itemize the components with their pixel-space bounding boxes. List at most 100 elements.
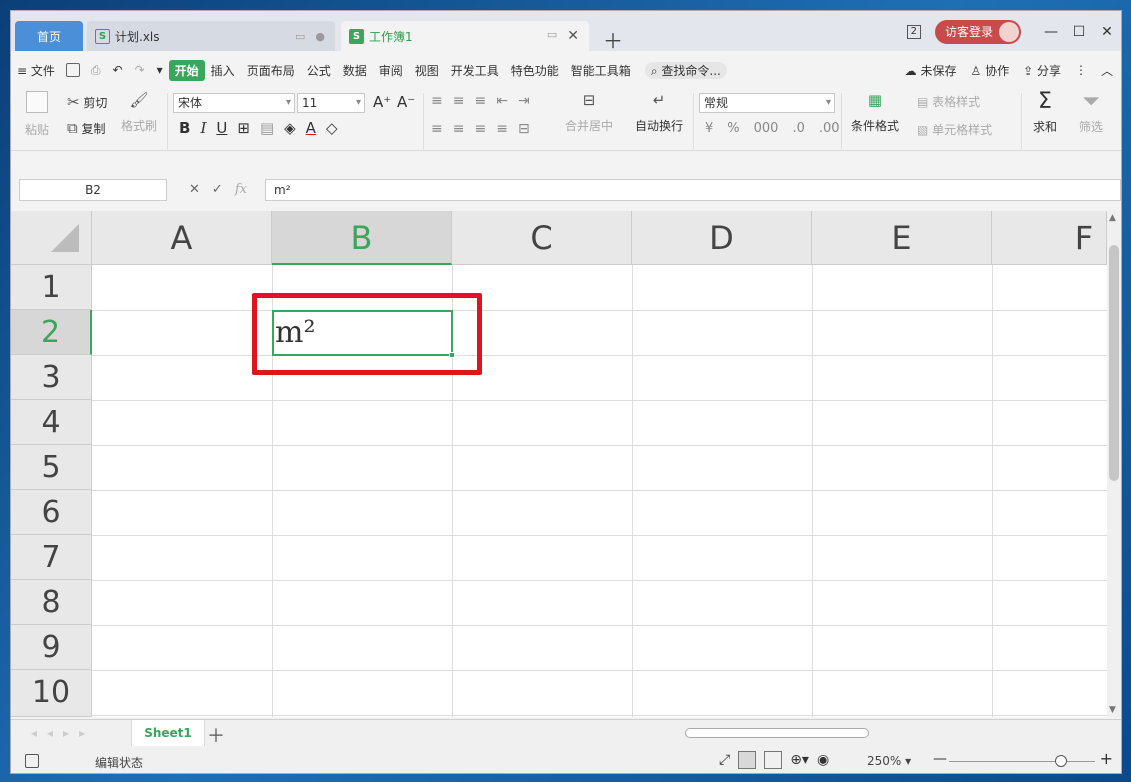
- share-button[interactable]: ⇪ 分享: [1023, 62, 1061, 79]
- tab-home[interactable]: 首页: [15, 21, 83, 51]
- name-box[interactable]: B2: [19, 179, 167, 201]
- tab-workbook1[interactable]: S 工作簿1 ▭ ✕: [341, 21, 589, 51]
- fill-style-icon[interactable]: ▤: [260, 119, 274, 137]
- eraser-icon[interactable]: ◇: [326, 119, 338, 137]
- increase-decimal-icon[interactable]: .0: [792, 121, 804, 136]
- column-header-d[interactable]: D: [632, 211, 812, 265]
- row-header-8[interactable]: 8: [11, 580, 92, 625]
- row-header-9[interactable]: 9: [11, 625, 92, 670]
- quick-access-dropdown-icon[interactable]: ▾: [151, 63, 169, 77]
- column-header-e[interactable]: E: [812, 211, 992, 265]
- vertical-scrollbar[interactable]: ▲ ▼: [1107, 211, 1121, 717]
- row-header-3[interactable]: 3: [11, 355, 92, 400]
- row-header-2[interactable]: 2: [11, 310, 92, 355]
- fullscreen-icon[interactable]: ⤢: [719, 752, 730, 768]
- format-painter-button[interactable]: 🖌 格式刷: [121, 91, 157, 134]
- tab-file-plan[interactable]: S 计划.xls ▭ ●: [87, 21, 335, 51]
- paste-button[interactable]: 粘贴: [25, 91, 49, 138]
- align-top-icon[interactable]: ≡: [431, 93, 443, 109]
- menu-item-start[interactable]: 开始: [168, 59, 205, 81]
- underline-icon[interactable]: U: [216, 119, 227, 137]
- cut-button[interactable]: ✂ 剪切: [67, 93, 107, 111]
- unsaved-button[interactable]: ☁ 未保存: [905, 62, 957, 79]
- font-size-select[interactable]: 11: [297, 93, 365, 113]
- row-header-7[interactable]: 7: [11, 535, 92, 580]
- align-center-icon[interactable]: ≡: [453, 121, 465, 137]
- align-left-icon[interactable]: ≡: [431, 121, 443, 137]
- more-icon[interactable]: ⋮: [1075, 63, 1087, 77]
- table-style-button[interactable]: ▤ 表格样式: [917, 93, 980, 110]
- increase-font-icon[interactable]: A⁺: [373, 93, 391, 111]
- select-all-corner[interactable]: [11, 211, 92, 265]
- zoom-slider[interactable]: — +: [933, 749, 1113, 769]
- sheet-nav-arrows[interactable]: ◂◂▸▸: [31, 726, 95, 740]
- align-bottom-icon[interactable]: ≡: [474, 93, 486, 109]
- monitor-icon[interactable]: ▭: [295, 30, 305, 43]
- percent-icon[interactable]: %: [727, 121, 739, 136]
- command-search[interactable]: ⌕ 查找命令...: [644, 61, 727, 79]
- border-icon[interactable]: ⊞: [237, 119, 250, 137]
- column-header-b[interactable]: B: [272, 211, 452, 265]
- menu-item-features[interactable]: 特色功能: [505, 62, 565, 79]
- menu-item-developer[interactable]: 开发工具: [445, 62, 505, 79]
- conditional-format-button[interactable]: ▦ 条件格式: [851, 91, 899, 134]
- sum-button[interactable]: Σ 求和: [1033, 89, 1057, 135]
- align-right-icon[interactable]: ≡: [474, 121, 486, 137]
- menu-item-review[interactable]: 审阅: [373, 62, 409, 79]
- collapse-ribbon-icon[interactable]: ︿: [1101, 62, 1113, 79]
- new-tab-button[interactable]: ＋: [603, 25, 623, 54]
- indent-increase-icon[interactable]: ⇥: [518, 93, 530, 109]
- merge-center-button[interactable]: ⊟ 合并居中: [565, 91, 613, 134]
- eye-protection-icon[interactable]: ◉: [817, 752, 829, 768]
- save-icon[interactable]: [65, 63, 80, 77]
- menu-item-smart-tools[interactable]: 智能工具箱: [565, 62, 637, 79]
- scroll-up-icon[interactable]: ▲: [1109, 213, 1116, 223]
- number-format-select[interactable]: 常规: [699, 93, 835, 113]
- italic-icon[interactable]: I: [200, 119, 206, 137]
- cancel-icon[interactable]: ✕: [189, 182, 200, 197]
- page-layout-view-icon[interactable]: [764, 751, 783, 769]
- guest-login-button[interactable]: 访客登录: [934, 20, 1021, 44]
- page-break-view-icon[interactable]: ⊕▾: [790, 752, 809, 768]
- decrease-decimal-icon[interactable]: .00: [819, 121, 840, 136]
- print-preview-icon[interactable]: ⎙: [85, 63, 107, 78]
- add-sheet-button[interactable]: ＋: [207, 722, 225, 748]
- normal-view-icon[interactable]: [738, 751, 757, 769]
- currency-icon[interactable]: ¥: [705, 121, 713, 136]
- zoom-level[interactable]: 250% ▾: [867, 754, 911, 768]
- copy-button[interactable]: ⧉ 复制: [67, 119, 106, 137]
- decrease-font-icon[interactable]: A⁻: [397, 93, 415, 111]
- macro-record-icon[interactable]: [25, 754, 39, 768]
- zoom-out-icon[interactable]: —: [933, 751, 947, 767]
- zoom-in-icon[interactable]: +: [1100, 749, 1113, 768]
- menu-item-page-layout[interactable]: 页面布局: [241, 62, 301, 79]
- fill-color-icon[interactable]: ◈: [284, 119, 296, 137]
- monitor-icon[interactable]: ▭: [547, 28, 557, 44]
- row-header-1[interactable]: 1: [11, 265, 92, 310]
- horizontal-scrollbar[interactable]: [671, 726, 1091, 740]
- bold-icon[interactable]: B: [179, 119, 190, 137]
- menu-item-formula[interactable]: 公式: [301, 62, 337, 79]
- justify-icon[interactable]: ≡: [496, 121, 508, 137]
- menu-file[interactable]: ≡ 文件: [11, 62, 61, 79]
- fx-icon[interactable]: fx: [235, 182, 247, 197]
- confirm-icon[interactable]: ✓: [212, 182, 223, 197]
- align-middle-icon[interactable]: ≡: [453, 93, 465, 109]
- maximize-icon[interactable]: ☐: [1065, 24, 1093, 40]
- horizontal-scroll-thumb[interactable]: [685, 728, 869, 738]
- menu-item-view[interactable]: 视图: [409, 62, 445, 79]
- row-header-10[interactable]: 10: [11, 670, 92, 717]
- collab-button[interactable]: ♙ 协作: [970, 62, 1009, 79]
- close-icon[interactable]: ✕: [567, 28, 579, 44]
- distribute-icon[interactable]: ⊟: [518, 121, 530, 137]
- column-header-c[interactable]: C: [452, 211, 632, 265]
- filter-button[interactable]: ⏷ 筛选: [1079, 89, 1103, 135]
- window-count-badge[interactable]: 2: [906, 25, 921, 39]
- wrap-text-button[interactable]: ↵ 自动换行: [635, 91, 683, 134]
- zoom-knob[interactable]: [1055, 755, 1067, 767]
- row-header-4[interactable]: 4: [11, 400, 92, 445]
- vertical-scroll-thumb[interactable]: [1109, 245, 1119, 481]
- column-header-a[interactable]: A: [92, 211, 272, 265]
- minimize-icon[interactable]: —: [1037, 24, 1065, 40]
- thousands-icon[interactable]: 000: [754, 121, 779, 136]
